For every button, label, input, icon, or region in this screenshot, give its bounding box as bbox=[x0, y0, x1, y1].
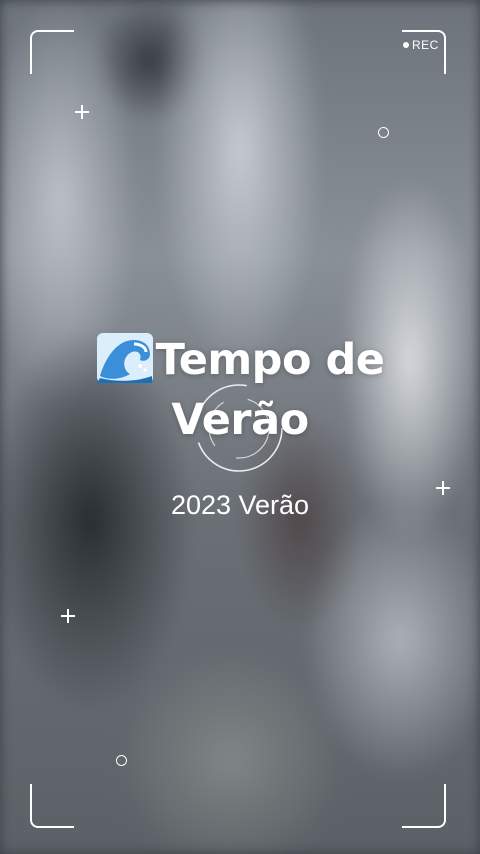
page-title: Tempo de Verão bbox=[0, 330, 480, 450]
plus-icon bbox=[61, 609, 75, 623]
circle-icon bbox=[378, 127, 389, 138]
title-line-2: Verão bbox=[171, 395, 309, 445]
water-wave-icon bbox=[96, 333, 153, 383]
rec-dot-icon bbox=[403, 42, 409, 48]
rec-label: REC bbox=[412, 38, 439, 52]
viewfinder-corner-bottom-left bbox=[30, 784, 74, 828]
viewfinder-corner-top-right bbox=[402, 30, 446, 74]
viewfinder-corner-top-left bbox=[30, 30, 74, 74]
plus-icon bbox=[75, 105, 89, 119]
subtitle: 2023 Verão bbox=[170, 490, 310, 520]
rec-indicator: REC bbox=[403, 38, 439, 52]
viewfinder-corner-bottom-right bbox=[402, 784, 446, 828]
title-line-1: Tempo de bbox=[155, 335, 385, 385]
circle-icon bbox=[116, 755, 127, 766]
